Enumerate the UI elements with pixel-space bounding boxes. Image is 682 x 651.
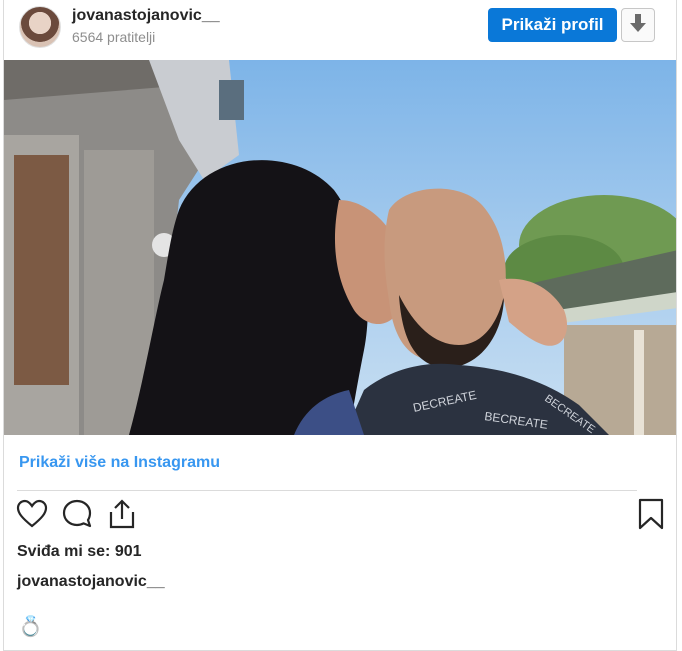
avatar[interactable] bbox=[19, 6, 61, 48]
save-button[interactable] bbox=[633, 498, 669, 534]
view-profile-button[interactable]: Prikaži profil bbox=[488, 8, 617, 42]
divider bbox=[17, 490, 637, 491]
instagram-embed-card: jovanastojanovic__ 6564 pratitelji Prika… bbox=[3, 0, 677, 651]
like-button[interactable] bbox=[14, 498, 50, 534]
caption-username[interactable]: jovanastojanovic__ bbox=[17, 573, 165, 591]
comment-bubble-icon bbox=[61, 498, 93, 535]
share-button[interactable] bbox=[104, 498, 140, 534]
heart-icon bbox=[16, 499, 48, 534]
post-header: jovanastojanovic__ 6564 pratitelji Prika… bbox=[4, 0, 676, 60]
comment-button[interactable] bbox=[59, 498, 95, 534]
action-bar bbox=[4, 498, 676, 538]
post-photo[interactable]: DECREATE BECREATE BECREATE bbox=[4, 60, 676, 435]
download-arrow-icon bbox=[629, 13, 647, 38]
follower-count: 6564 pratitelji bbox=[72, 29, 156, 45]
bookmark-icon bbox=[637, 498, 665, 535]
download-button[interactable] bbox=[621, 8, 655, 42]
share-icon bbox=[107, 498, 137, 535]
view-more-on-instagram-link[interactable]: Prikaži više na Instagramu bbox=[19, 454, 220, 472]
photo-illustration: DECREATE BECREATE BECREATE bbox=[4, 60, 676, 435]
caption-ring-emoji: 💍 bbox=[18, 616, 43, 638]
username[interactable]: jovanastojanovic__ bbox=[72, 7, 220, 25]
like-count[interactable]: Sviđa mi se: 901 bbox=[17, 543, 142, 561]
